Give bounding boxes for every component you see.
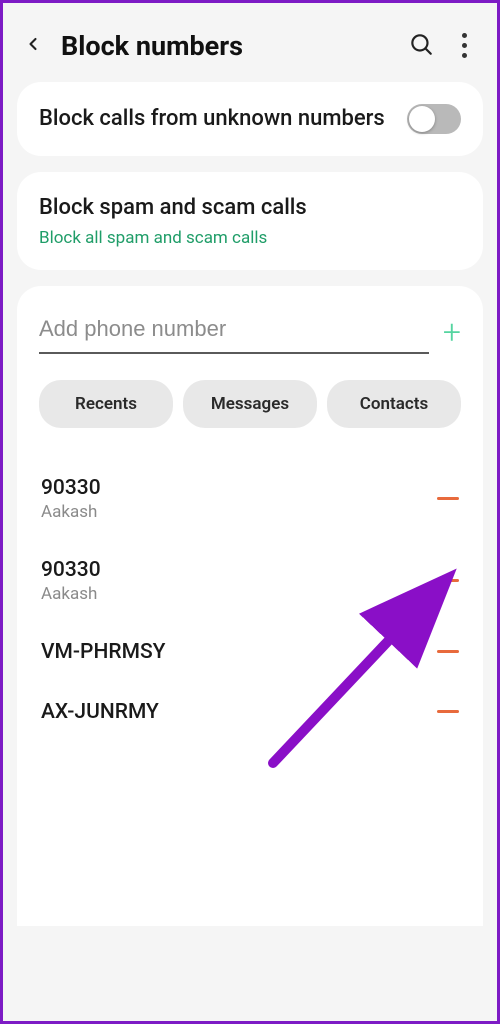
blocked-item-number: VM-PHRMSY xyxy=(41,640,437,664)
block-spam-sublabel: Block all spam and scam calls xyxy=(39,228,461,248)
blocked-item-number: 90330 xyxy=(41,558,437,582)
page-title: Block numbers xyxy=(61,30,390,62)
block-spam-label: Block spam and scam calls xyxy=(39,194,461,222)
remove-icon[interactable] xyxy=(437,650,459,653)
search-icon[interactable] xyxy=(408,31,434,61)
tab-contacts[interactable]: Contacts xyxy=(327,380,461,428)
blocked-item-number: 90330 xyxy=(41,476,437,500)
block-unknown-label: Block calls from unknown numbers xyxy=(39,105,393,133)
add-phone-input[interactable] xyxy=(39,316,429,342)
blocked-item: 90330Aakash xyxy=(39,540,461,622)
remove-icon[interactable] xyxy=(437,710,459,713)
blocked-item-name: Aakash xyxy=(41,584,437,604)
add-icon[interactable]: + xyxy=(443,316,461,354)
tab-recents[interactable]: Recents xyxy=(39,380,173,428)
more-icon[interactable] xyxy=(452,29,477,62)
blocked-list-section: + Recents Messages Contacts 90330Aakash9… xyxy=(17,286,483,926)
block-spam-card[interactable]: Block spam and scam calls Block all spam… xyxy=(17,172,483,270)
remove-icon[interactable] xyxy=(437,579,459,582)
blocked-item: 90330Aakash xyxy=(39,458,461,540)
tab-messages[interactable]: Messages xyxy=(183,380,317,428)
block-unknown-card: Block calls from unknown numbers xyxy=(17,82,483,156)
remove-icon[interactable] xyxy=(437,497,459,500)
block-unknown-toggle[interactable] xyxy=(407,104,461,134)
blocked-item-name: Aakash xyxy=(41,502,437,522)
back-icon[interactable] xyxy=(23,34,43,58)
blocked-item-number: AX-JUNRMY xyxy=(41,700,437,724)
blocked-item: VM-PHRMSY xyxy=(39,622,461,682)
blocked-item: AX-JUNRMY xyxy=(39,682,461,742)
